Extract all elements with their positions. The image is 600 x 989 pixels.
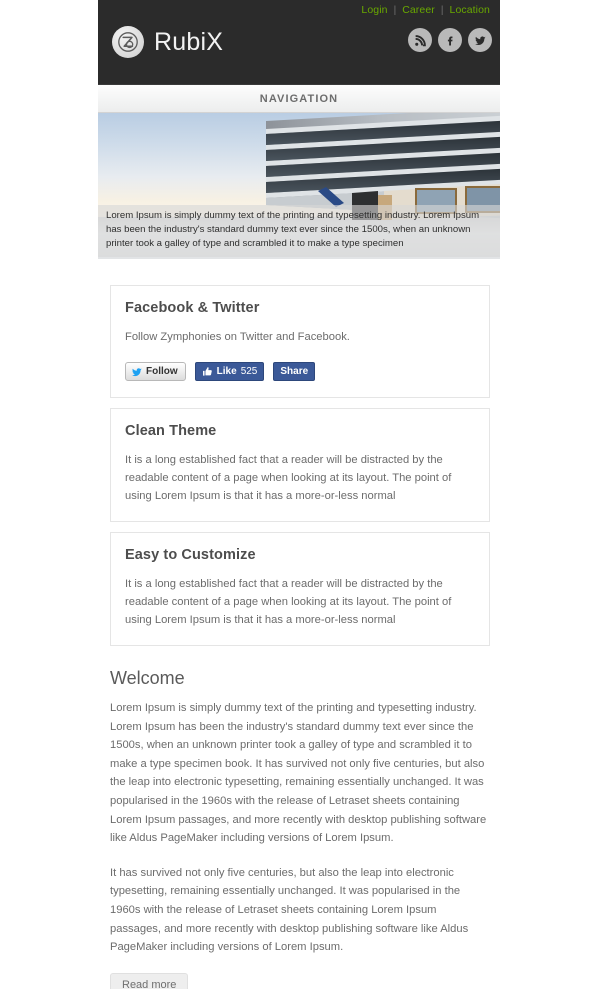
twitter-follow-button[interactable]: Follow bbox=[125, 362, 186, 381]
facebook-like-button[interactable]: Like 525 bbox=[194, 362, 265, 381]
twitter-icon[interactable] bbox=[468, 28, 492, 52]
top-link-separator-1: | bbox=[393, 4, 397, 16]
rss-icon[interactable] bbox=[408, 28, 432, 52]
facebook-share-button[interactable]: Share bbox=[273, 362, 316, 381]
top-link-career[interactable]: Career bbox=[402, 4, 435, 16]
navigation-title: NAVIGATION bbox=[259, 92, 339, 105]
card-title: Clean Theme bbox=[125, 423, 217, 439]
site-header: Login | Career | Location RubiX bbox=[98, 0, 500, 84]
top-link-location[interactable]: Location bbox=[450, 4, 491, 16]
banner-caption: Lorem Ipsum is simply dummy text of the … bbox=[98, 205, 500, 257]
card-lead-text: Follow Zymphonies on Twitter and Faceboo… bbox=[125, 331, 350, 343]
card-easy-to-customize: Easy to Customize It is a long establish… bbox=[110, 532, 490, 646]
top-link-separator-2: | bbox=[440, 4, 444, 16]
navigation-bar[interactable]: NAVIGATION bbox=[98, 84, 500, 113]
page-root: Login | Career | Location RubiX NAVIGATI… bbox=[0, 0, 600, 989]
facebook-icon[interactable] bbox=[438, 28, 462, 52]
card-body-text: It is a long established fact that a rea… bbox=[125, 454, 452, 502]
twitter-bird-icon bbox=[132, 367, 142, 376]
welcome-paragraph-1: Lorem Ipsum is simply dummy text of the … bbox=[110, 702, 487, 845]
thumbs-up-icon bbox=[202, 367, 212, 376]
top-link-login[interactable]: Login bbox=[361, 4, 387, 16]
hero-banner: Lorem Ipsum is simply dummy text of the … bbox=[98, 113, 500, 259]
facebook-share-label: Share bbox=[280, 366, 309, 377]
zymphonies-logo-icon bbox=[112, 26, 144, 58]
twitter-follow-label: Follow bbox=[146, 366, 178, 377]
facebook-like-label: Like bbox=[216, 366, 237, 377]
card-clean-theme: Clean Theme It is a long established fac… bbox=[110, 408, 490, 522]
brand-logo[interactable]: RubiX bbox=[112, 26, 223, 58]
social-links bbox=[408, 28, 492, 52]
welcome-paragraph-2: It has survived not only five centuries,… bbox=[110, 866, 469, 954]
card-title: Facebook & Twitter bbox=[125, 300, 260, 316]
brand-name: RubiX bbox=[154, 27, 224, 56]
site-shell: Login | Career | Location RubiX NAVIGATI… bbox=[98, 0, 500, 989]
facebook-like-count: 525 bbox=[240, 366, 258, 377]
card-title: Easy to Customize bbox=[125, 547, 256, 563]
read-more-button[interactable]: Read more bbox=[110, 972, 189, 989]
welcome-section: Welcome Lorem Ipsum is simply dummy text… bbox=[98, 656, 500, 989]
page-title: Welcome bbox=[110, 668, 185, 688]
card-facebook-twitter: Facebook & Twitter Follow Zymphonies on … bbox=[110, 285, 490, 398]
top-utility-links: Login | Career | Location bbox=[361, 4, 490, 16]
content-area: Facebook & Twitter Follow Zymphonies on … bbox=[98, 259, 500, 646]
social-button-row: Follow Like 525 Share bbox=[125, 362, 475, 381]
card-body-text: It is a long established fact that a rea… bbox=[125, 578, 452, 626]
